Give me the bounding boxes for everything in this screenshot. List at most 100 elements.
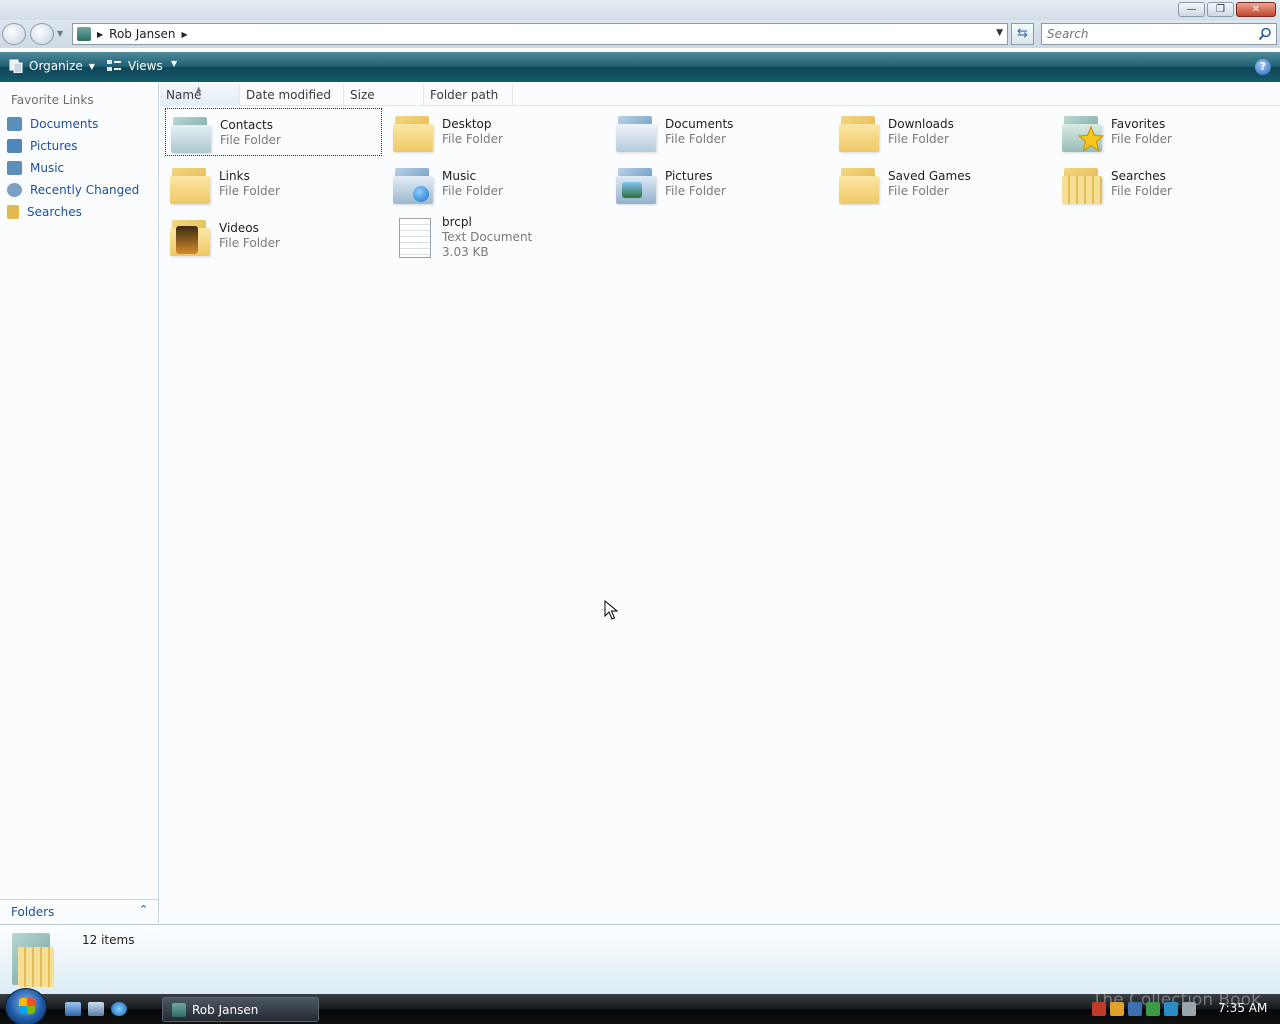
- downloads-folder-icon: [837, 110, 881, 154]
- organize-dropdown-icon: ▼: [88, 61, 95, 71]
- file-item-links[interactable]: Links File Folder: [165, 160, 382, 208]
- file-name: Pictures: [665, 169, 713, 183]
- clock[interactable]: 7:35 AM: [1218, 1001, 1267, 1015]
- file-type: File Folder: [1111, 184, 1172, 198]
- breadcrumb-arrow-icon[interactable]: ▶: [97, 30, 103, 39]
- file-name: Music: [442, 169, 477, 183]
- file-size: 3.03 KB: [442, 245, 489, 259]
- searches-folder-icon: [1060, 162, 1104, 206]
- file-type: Text Document: [442, 230, 533, 244]
- folder-stack-icon: [8, 929, 58, 987]
- favorite-link-pictures[interactable]: Pictures: [7, 139, 78, 153]
- column-header-date-modified[interactable]: Date modified: [240, 84, 344, 106]
- file-name: Contacts: [220, 118, 273, 132]
- file-item-favorites[interactable]: Favorites File Folder: [1057, 108, 1274, 156]
- close-button[interactable]: ✕: [1236, 2, 1276, 17]
- security-alert-icon[interactable]: [1092, 1002, 1106, 1016]
- pictures-icon: [7, 139, 22, 153]
- file-item-brcpl[interactable]: brcpl Text Document 3.03 KB: [388, 212, 605, 260]
- favorite-link-label: Recently Changed: [30, 183, 140, 197]
- documents-folder-icon: [614, 110, 658, 154]
- file-item-downloads[interactable]: Downloads File Folder: [834, 108, 1051, 156]
- music-folder-icon: [391, 162, 435, 206]
- file-item-music[interactable]: Music File Folder: [388, 160, 605, 208]
- file-type: File Folder: [442, 184, 503, 198]
- column-header-name[interactable]: ▲ Name: [160, 84, 240, 106]
- links-folder-icon: [168, 162, 212, 206]
- favorite-link-label: Documents: [30, 117, 99, 131]
- breadcrumb-rob-jansen[interactable]: Rob Jansen: [109, 27, 175, 41]
- address-dropdown-icon[interactable]: ▼: [996, 28, 1003, 38]
- desktop-folder-icon: [391, 110, 435, 154]
- views-dropdown-button[interactable]: ▼: [171, 59, 177, 68]
- refresh-button[interactable]: ⇆: [1011, 23, 1034, 45]
- organize-icon: [9, 59, 23, 73]
- organize-button[interactable]: Organize ▼: [9, 59, 95, 73]
- favorite-links-heading: Favorite Links: [11, 93, 94, 107]
- show-desktop-icon[interactable]: [65, 1002, 81, 1016]
- checkmark-icon[interactable]: [1146, 1002, 1160, 1016]
- search-icon[interactable]: [1258, 27, 1272, 41]
- search-box[interactable]: [1041, 23, 1277, 45]
- shield-icon[interactable]: [1110, 1002, 1124, 1016]
- monitor-icon[interactable]: [1164, 1002, 1178, 1016]
- switch-windows-icon[interactable]: [88, 1002, 104, 1016]
- chevron-up-icon[interactable]: ⌃: [139, 903, 148, 916]
- file-type: File Folder: [665, 132, 726, 146]
- favorite-link-documents[interactable]: Documents: [7, 117, 98, 131]
- file-type: File Folder: [665, 184, 726, 198]
- file-type: File Folder: [219, 236, 280, 250]
- file-name: brcpl: [442, 215, 472, 229]
- file-name: Videos: [219, 221, 259, 235]
- file-item-searches[interactable]: Searches File Folder: [1057, 160, 1274, 208]
- views-button[interactable]: Views: [106, 59, 163, 73]
- search-input[interactable]: [1042, 24, 1242, 44]
- help-icon[interactable]: ?: [1255, 59, 1271, 75]
- start-button[interactable]: [5, 988, 47, 1024]
- title-bar: — ❐ ✕: [0, 0, 1280, 20]
- favorite-link-music[interactable]: Music: [7, 161, 64, 175]
- file-name: Documents: [665, 117, 734, 131]
- forward-button[interactable]: [30, 23, 54, 45]
- command-bar: Organize ▼ Views ▼ ?: [0, 52, 1280, 82]
- column-header-size[interactable]: Size: [344, 84, 424, 106]
- taskbar-button-rob-jansen[interactable]: Rob Jansen: [162, 997, 319, 1022]
- file-item-desktop[interactable]: Desktop File Folder: [388, 108, 605, 156]
- breadcrumb-arrow-icon[interactable]: ▶: [181, 30, 187, 39]
- file-type: File Folder: [442, 132, 503, 146]
- file-item-contacts[interactable]: Contacts File Folder: [165, 108, 382, 156]
- user-folder-icon: [77, 27, 91, 41]
- back-button[interactable]: [2, 23, 26, 45]
- file-item-pictures[interactable]: Pictures File Folder: [611, 160, 828, 208]
- favorite-link-label: Pictures: [30, 139, 78, 153]
- recent-pages-dropdown[interactable]: ▼: [57, 29, 63, 38]
- views-dropdown-icon: ▼: [171, 59, 178, 68]
- file-name: Links: [219, 169, 250, 183]
- file-item-documents[interactable]: Documents File Folder: [611, 108, 828, 156]
- file-type: File Folder: [888, 184, 949, 198]
- column-header-folder-path[interactable]: Folder path: [424, 84, 513, 106]
- taskbar-button-label: Rob Jansen: [192, 1002, 259, 1017]
- favorite-link-searches[interactable]: Searches: [7, 205, 82, 219]
- music-icon: [7, 161, 22, 175]
- system-tray: [1092, 1002, 1196, 1016]
- item-count: 12 items: [82, 933, 135, 947]
- folders-toggle[interactable]: Folders ⌃: [0, 899, 158, 923]
- favorite-link-recently-changed[interactable]: Recently Changed: [7, 183, 139, 197]
- documents-icon: [7, 117, 22, 131]
- file-item-saved-games[interactable]: Saved Games File Folder: [834, 160, 1051, 208]
- file-type: File Folder: [220, 133, 281, 147]
- internet-explorer-icon[interactable]: [111, 1002, 127, 1016]
- favorite-link-label: Searches: [27, 205, 82, 219]
- windows-logo-icon: [19, 998, 35, 1014]
- organize-label: Organize: [29, 59, 83, 73]
- column-header-label: Date modified: [246, 88, 332, 102]
- network-icon[interactable]: [1128, 1002, 1142, 1016]
- saved-games-folder-icon: [837, 162, 881, 206]
- address-bar[interactable]: ▶ Rob Jansen ▶ ▼: [72, 23, 1008, 45]
- folders-label: Folders: [11, 905, 55, 919]
- maximize-button[interactable]: ❐: [1207, 2, 1234, 17]
- minimize-button[interactable]: —: [1178, 2, 1205, 17]
- file-item-videos[interactable]: Videos File Folder: [165, 212, 382, 260]
- volume-icon[interactable]: [1182, 1002, 1196, 1016]
